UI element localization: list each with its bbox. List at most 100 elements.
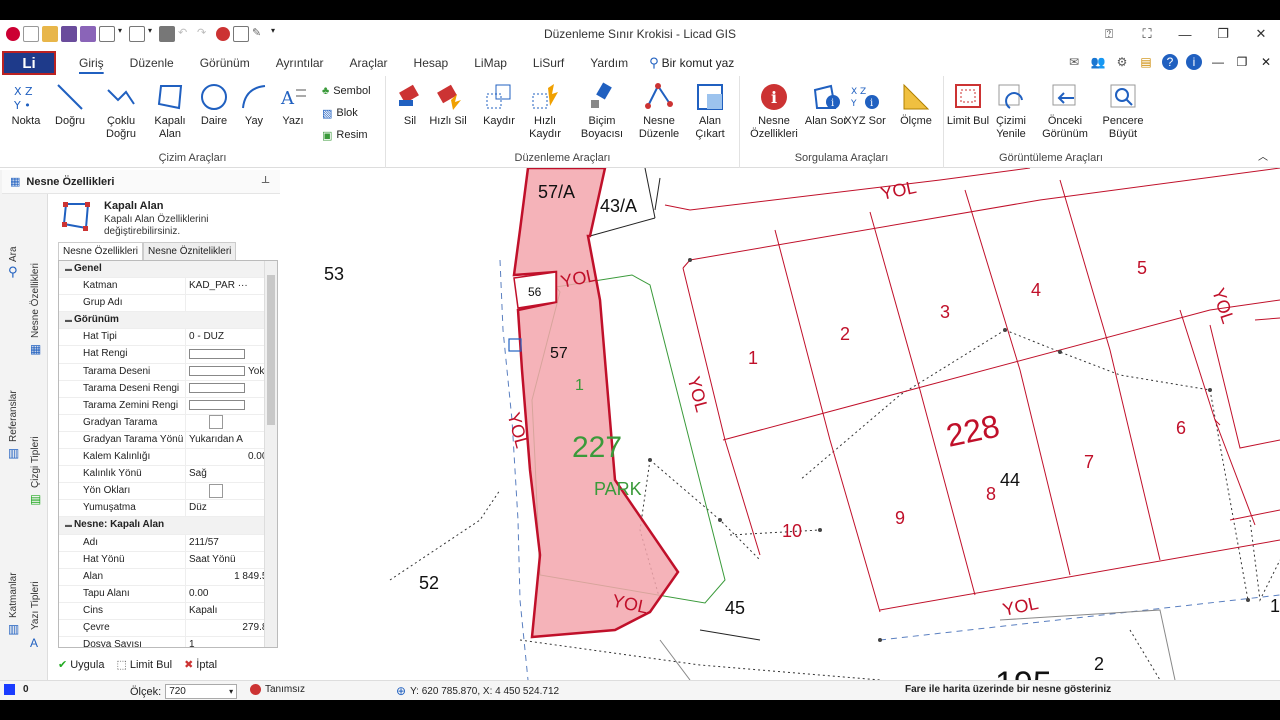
notes-icon[interactable]: ▤	[1138, 54, 1154, 70]
checkbox[interactable]	[209, 415, 223, 430]
open-folder-icon[interactable]	[42, 26, 58, 42]
resize-icon[interactable]	[233, 26, 249, 42]
block-button[interactable]: ▧ Blok	[322, 104, 371, 122]
color-swatch[interactable]	[189, 400, 245, 411]
property-row[interactable]: Grup Adı	[59, 295, 277, 313]
line-button[interactable]: Doğru	[46, 82, 94, 128]
property-row[interactable]: Hat Rengi	[59, 346, 277, 364]
tab-giris[interactable]: Giriş	[66, 50, 117, 76]
property-row[interactable]: Hat Yönü Saat Yönü	[59, 551, 277, 569]
scale-input[interactable]: 720 ▾	[165, 684, 238, 699]
property-scrollbar[interactable]	[264, 261, 277, 647]
map-drawing[interactable]: 57/A 43/A 56 57 1 227 PARK 53 52 45 1 2 …	[282, 168, 1280, 680]
property-row[interactable]: Alan 1 849.55	[59, 568, 277, 586]
find-limit-button[interactable]: Limit Bul	[944, 82, 992, 128]
tab-lisurf[interactable]: LiSurf	[520, 50, 577, 76]
point-button[interactable]: X ZY • Nokta	[2, 82, 50, 128]
zoom-window-button[interactable]: Pencere Büyüt	[1099, 82, 1147, 141]
checkbox[interactable]	[209, 483, 223, 498]
format-painter-button[interactable]: Biçim Boyacısı	[578, 82, 626, 141]
chevron-down-icon[interactable]: ▾	[148, 26, 156, 42]
measure-button[interactable]: Ölçme	[892, 82, 940, 128]
object-properties-button[interactable]: i Nesne Özellikleri	[750, 82, 798, 141]
quick-delete-button[interactable]: Hızlı Sil	[424, 82, 472, 128]
tab-ayrintilar[interactable]: Ayrıntılar	[263, 50, 337, 76]
move-button[interactable]: Kaydır	[475, 82, 523, 128]
redo-icon[interactable]: ↷	[197, 26, 213, 42]
text-button[interactable]: A Yazı	[269, 82, 317, 128]
symbol-button[interactable]: ♣ Sembol	[322, 82, 371, 100]
color-swatch[interactable]	[189, 383, 245, 394]
closed-area-button[interactable]: Kapalı Alan	[146, 82, 194, 141]
property-category[interactable]: Nesne: Kapalı Alan	[59, 517, 277, 535]
undo-icon[interactable]: ↶	[178, 26, 194, 42]
extract-area-button[interactable]: Alan Çıkart	[686, 82, 734, 141]
property-row[interactable]: Cins Kapalı	[59, 602, 277, 620]
property-row[interactable]: Kalem Kalınlığı 0.000	[59, 449, 277, 467]
save-icon[interactable]	[61, 26, 77, 42]
property-row[interactable]: Kalınlık Yönü Sağ	[59, 466, 277, 484]
tab-hesap[interactable]: Hesap	[401, 50, 462, 76]
property-row[interactable]: Katman KAD_PAR ···	[59, 278, 277, 296]
tab-limap[interactable]: LiMap	[461, 50, 520, 76]
info-icon[interactable]	[216, 27, 230, 41]
property-category[interactable]: Genel	[59, 261, 277, 279]
color-swatch[interactable]	[189, 365, 245, 376]
property-row[interactable]: Gradyan Tarama Yönü Yukarıdan A	[59, 431, 277, 450]
copy-icon[interactable]	[99, 26, 115, 42]
property-row[interactable]: Hat Tipi 0 - DUZ	[59, 329, 277, 347]
minimize-button[interactable]: —	[1166, 20, 1204, 48]
tab-gorunum[interactable]: Görünüm	[187, 50, 263, 76]
property-row[interactable]: Gradyan Tarama	[59, 414, 277, 432]
scrollbar-thumb[interactable]	[267, 275, 275, 425]
property-category[interactable]: Görünüm	[59, 312, 277, 330]
tab-object-properties[interactable]: Nesne Özellikleri	[58, 242, 144, 260]
ribbon-close-button[interactable]: ✕	[1258, 54, 1274, 70]
selected-parcel-227[interactable]	[512, 168, 680, 639]
help-icon[interactable]: ⍰	[1090, 20, 1128, 48]
chevron-down-icon[interactable]: ▾	[118, 26, 126, 42]
xyz-query-button[interactable]: X ZYi XYZ Sor	[841, 82, 889, 128]
color-swatch[interactable]	[189, 348, 245, 359]
info-circle-icon[interactable]: i	[1186, 54, 1202, 70]
quick-move-button[interactable]: Hızlı Kaydır	[521, 82, 569, 141]
edit-icon[interactable]: ✎	[252, 26, 268, 42]
tab-araclar[interactable]: Araçlar	[337, 50, 401, 76]
tab-duzenle[interactable]: Düzenle	[117, 50, 187, 76]
previous-view-button[interactable]: Önceki Görünüm	[1041, 82, 1089, 141]
cancel-button[interactable]: ✖ İptal	[184, 658, 217, 672]
settings-icon[interactable]: ⚙	[1114, 54, 1130, 70]
property-row[interactable]: Adı 211/57	[59, 534, 277, 552]
command-search[interactable]: ⚲ Bir komut yaz	[649, 55, 734, 71]
edit-object-button[interactable]: Nesne Düzenle	[635, 82, 683, 141]
collapse-ribbon-icon[interactable]: ︿	[1258, 148, 1268, 163]
app-menu-button[interactable]: Li	[2, 51, 56, 75]
projection-indicator[interactable]: Tanımsız	[250, 684, 305, 695]
property-row[interactable]: Yön Okları	[59, 483, 277, 501]
property-row[interactable]: Çevre 279.89	[59, 619, 277, 638]
image-icon[interactable]	[129, 26, 145, 42]
tab-object-attributes[interactable]: Nesne Öznitelikleri	[143, 242, 237, 260]
new-file-icon[interactable]	[23, 26, 39, 42]
chevron-down-icon[interactable]: ▾	[229, 685, 233, 698]
image-button[interactable]: ▣ Resim	[322, 126, 371, 144]
ribbon-restore-button[interactable]: ❐	[1234, 54, 1250, 70]
print-icon[interactable]	[159, 26, 175, 42]
property-row[interactable]: Dosya Sayısı 1	[59, 637, 277, 647]
save-as-icon[interactable]	[80, 26, 96, 42]
ribbon-minimize-button[interactable]: —	[1210, 54, 1226, 70]
layer-indicator[interactable]: 0	[4, 684, 29, 695]
help-circle-icon[interactable]: ?	[1162, 54, 1178, 70]
property-row[interactable]: Tarama Deseni Rengi	[59, 380, 277, 398]
mail-icon[interactable]: ✉	[1066, 54, 1082, 70]
property-row[interactable]: Tapu Alanı 0.00	[59, 585, 277, 603]
find-limit-small-button[interactable]: ⬚ Limit Bul	[116, 658, 172, 672]
polyline-button[interactable]: Çoklu Doğru	[97, 82, 145, 141]
restore-button[interactable]: ❐	[1204, 20, 1242, 48]
users-icon[interactable]: 👥	[1090, 54, 1106, 70]
close-button[interactable]: ✕	[1242, 20, 1280, 48]
property-row[interactable]: Tarama Deseni Yok	[59, 363, 277, 381]
fullscreen-icon[interactable]: ⛶	[1128, 20, 1166, 48]
chevron-down-icon[interactable]: ▾	[271, 26, 279, 42]
pin-icon[interactable]: ⊥	[261, 175, 270, 186]
